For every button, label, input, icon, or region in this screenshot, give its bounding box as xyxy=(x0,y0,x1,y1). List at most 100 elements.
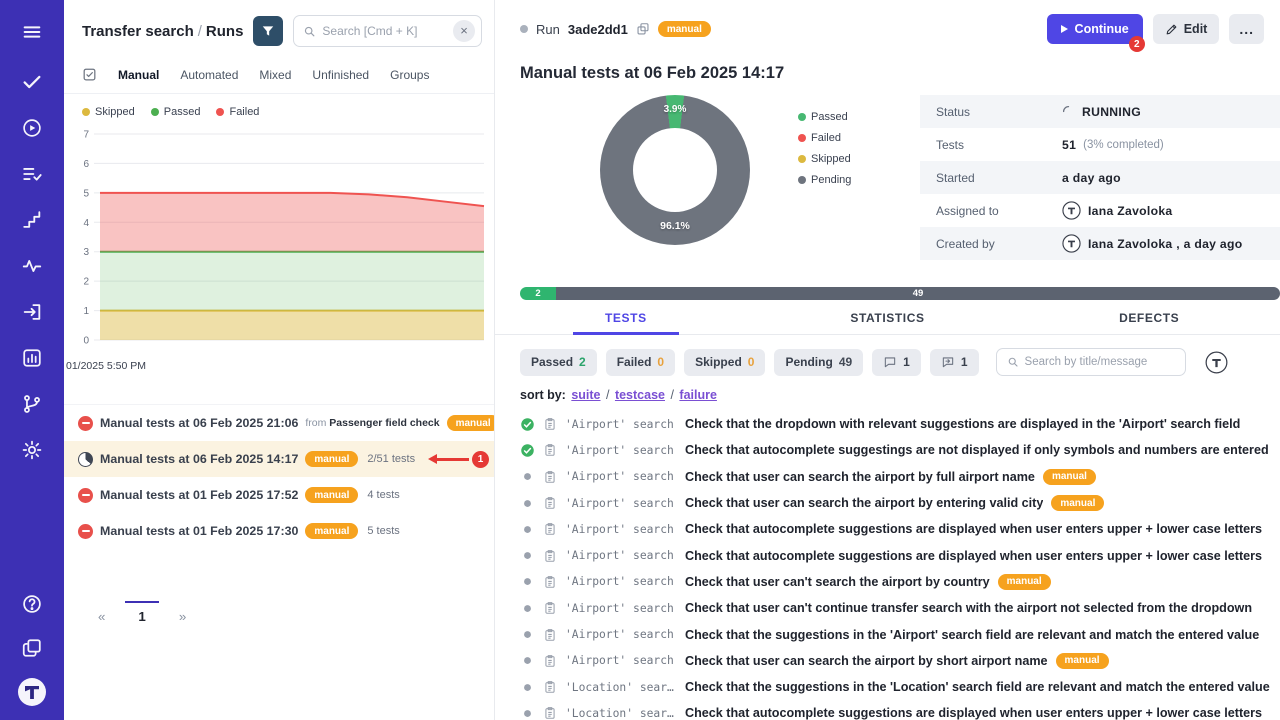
legend-label: Passed xyxy=(164,106,201,118)
test-row[interactable]: 'Airport' searchCheck that user can't se… xyxy=(495,569,1280,595)
run-list-item[interactable]: Manual tests at 06 Feb 2025 21:06from Pa… xyxy=(64,405,494,441)
test-row[interactable]: 'Airport' searchCheck that autocomplete … xyxy=(495,542,1280,568)
branches-icon[interactable] xyxy=(14,386,50,422)
test-row[interactable]: 'Airport' searchCheck that user can sear… xyxy=(495,490,1280,516)
test-row[interactable]: 'Airport' searchCheck that autocomplete … xyxy=(495,437,1280,463)
test-title: Check that autocomplete suggestions are … xyxy=(685,549,1262,563)
app-logo[interactable] xyxy=(14,674,50,710)
tab-mixed[interactable]: Mixed xyxy=(259,68,291,82)
tab-defects[interactable]: DEFECTS xyxy=(1018,311,1280,334)
plans-icon[interactable] xyxy=(14,156,50,192)
pending-status-icon xyxy=(520,548,535,563)
test-suite: 'Airport' search xyxy=(565,470,677,483)
import-icon[interactable] xyxy=(14,294,50,330)
run-title: Manual tests at 06 Feb 2025 14:17 xyxy=(100,452,298,466)
testcase-icon xyxy=(543,575,557,589)
run-list-item[interactable]: Manual tests at 01 Feb 2025 17:52manual4… xyxy=(64,477,494,513)
test-title: Check that the suggestions in the 'Airpo… xyxy=(685,628,1259,642)
sort-label: sort by: xyxy=(520,388,566,402)
info-row: StatusRUNNING xyxy=(920,95,1280,128)
run-list-item[interactable]: Manual tests at 01 Feb 2025 17:30manual5… xyxy=(64,513,494,549)
tab-groups[interactable]: Groups xyxy=(390,68,429,82)
testcase-icon xyxy=(543,496,557,510)
chip-count: 1 xyxy=(903,355,910,369)
analytics-icon[interactable] xyxy=(14,340,50,376)
chip-count: 49 xyxy=(839,355,852,369)
failed-status-icon xyxy=(78,416,93,431)
tests-search-box[interactable] xyxy=(996,348,1186,376)
pagination-first-button[interactable]: « xyxy=(90,601,113,624)
settings-icon[interactable] xyxy=(14,432,50,468)
sort-by-suite[interactable]: suite xyxy=(571,388,600,402)
tab-tests[interactable]: TESTS xyxy=(495,311,757,334)
tab-unfinished[interactable]: Unfinished xyxy=(312,68,369,82)
breadcrumb-separator: / xyxy=(198,23,202,40)
legend-dot xyxy=(151,108,159,116)
breadcrumb-project[interactable]: Transfer search xyxy=(82,23,194,40)
edit-button[interactable]: Edit xyxy=(1153,14,1220,44)
filter-button[interactable] xyxy=(253,16,283,46)
test-suite: 'Location' search xyxy=(565,707,677,720)
projects-icon[interactable] xyxy=(14,630,50,666)
continue-button[interactable]: Continue 2 xyxy=(1047,14,1143,44)
test-title: Check that the suggestions in the 'Locat… xyxy=(685,680,1270,694)
tab-statistics[interactable]: STATISTICS xyxy=(757,311,1019,334)
close-icon: × xyxy=(460,23,468,38)
filter-skipped[interactable]: Skipped0 xyxy=(684,349,765,376)
manual-badge: manual xyxy=(998,574,1051,590)
run-info-table: StatusRUNNINGTests51(3% completed)Starte… xyxy=(920,95,1280,260)
test-row[interactable]: 'Airport' searchCheck that user can sear… xyxy=(495,464,1280,490)
legend-dot xyxy=(216,108,224,116)
pagination-page-1[interactable]: 1 xyxy=(125,601,158,624)
filter-pending[interactable]: Pending49 xyxy=(774,349,863,376)
tab-manual[interactable]: Manual xyxy=(118,68,159,82)
pulse-icon[interactable] xyxy=(14,248,50,284)
help-icon[interactable] xyxy=(14,586,50,622)
test-row[interactable]: 'Airport' search Check that the suggestio… xyxy=(495,621,1280,647)
sort-by-testcase[interactable]: testcase xyxy=(615,388,665,402)
clear-search-button[interactable]: × xyxy=(453,20,475,42)
chip-messages[interactable]: 1 xyxy=(930,349,979,376)
copy-icon[interactable] xyxy=(636,22,650,36)
info-value-text: Iana Zavoloka xyxy=(1088,204,1173,218)
sidebar-bottom xyxy=(14,586,50,710)
test-row[interactable]: 'Airport' searchCheck that user can't co… xyxy=(495,595,1280,621)
passed-status-icon xyxy=(520,443,535,458)
test-row[interactable]: 'Airport' searchCheck that user can sear… xyxy=(495,648,1280,674)
tests-icon[interactable] xyxy=(14,64,50,100)
continue-label: Continue xyxy=(1075,22,1129,36)
search-box[interactable]: × xyxy=(293,15,482,47)
sort-by-failure[interactable]: failure xyxy=(679,388,717,402)
tab-automated[interactable]: Automated xyxy=(180,68,238,82)
filter-passed[interactable]: Passed2 xyxy=(520,349,597,376)
run-title: Manual tests at 06 Feb 2025 21:06 xyxy=(100,416,298,430)
pending-status-icon xyxy=(520,601,535,616)
filter-failed[interactable]: Failed0 xyxy=(606,349,675,376)
info-value-text: Iana Zavoloka , a day ago xyxy=(1088,237,1242,251)
run-list-item[interactable]: Manual tests at 06 Feb 2025 14:17manual2… xyxy=(64,441,494,477)
test-row[interactable]: 'Location' searchCheck that autocomplete… xyxy=(495,700,1280,720)
test-row[interactable]: 'Airport' searchCheck that the dropdown … xyxy=(495,411,1280,437)
tests-search-input[interactable] xyxy=(1025,356,1175,368)
chip-comments[interactable]: 1 xyxy=(872,349,921,376)
pending-status-icon xyxy=(520,574,535,589)
runs-icon[interactable] xyxy=(14,110,50,146)
test-row[interactable]: 'Location' searchCheck that the suggesti… xyxy=(495,674,1280,700)
test-row[interactable]: 'Airport' search Check that autocomplete … xyxy=(495,516,1280,542)
pagination-last-button[interactable]: » xyxy=(171,601,194,624)
menu-icon[interactable] xyxy=(14,14,50,50)
chip-label: Skipped xyxy=(695,355,742,369)
steps-icon[interactable] xyxy=(14,202,50,238)
search-input[interactable] xyxy=(322,24,447,38)
annotation-pointer: 1 xyxy=(428,451,489,468)
testcase-icon xyxy=(543,470,557,484)
test-title: Check that autocomplete suggestions are … xyxy=(685,522,1262,536)
testcase-icon xyxy=(543,522,557,536)
test-suite: 'Airport' search xyxy=(565,628,677,641)
more-button[interactable]: ... xyxy=(1229,14,1264,44)
test-suite: 'Airport' search xyxy=(565,523,677,536)
assignee-avatar[interactable] xyxy=(1205,351,1228,374)
from-run-name[interactable]: Passenger field check xyxy=(329,417,439,429)
legend-label: Failed xyxy=(811,132,841,144)
test-suite: 'Airport' search xyxy=(565,444,677,457)
